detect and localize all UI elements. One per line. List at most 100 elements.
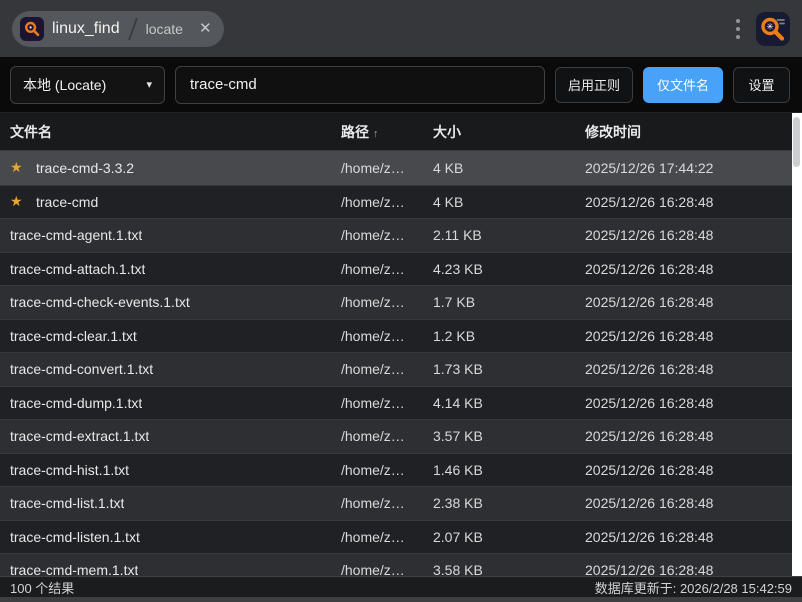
column-header-size[interactable]: 大小 [433,122,585,142]
row-filename: trace-cmd-list.1.txt [10,495,124,511]
row-size: 2.11 KB [433,227,585,243]
row-path: /home/z… [341,529,433,545]
row-mtime: 2025/12/26 16:28:48 [585,495,802,511]
row-size: 3.57 KB [433,428,585,444]
search-input[interactable] [175,66,545,104]
row-path: /home/z… [341,294,433,310]
table-row[interactable]: trace-cmd-hist.1.txt /home/z… 1.46 KB 20… [0,453,802,487]
results-table-body: ★ trace-cmd-3.3.2 /home/z… 4 KB 2025/12/… [0,151,802,576]
row-path: /home/z… [341,261,433,277]
tab-slash-divider [128,17,138,40]
table-row[interactable]: ★ trace-cmd-3.3.2 /home/z… 4 KB 2025/12/… [0,151,802,185]
row-filename: trace-cmd-extract.1.txt [10,428,149,444]
app-logo-icon[interactable]: ✳ [756,12,790,46]
table-row[interactable]: trace-cmd-agent.1.txt /home/z… 2.11 KB 2… [0,218,802,252]
table-row[interactable]: trace-cmd-check-events.1.txt /home/z… 1.… [0,285,802,319]
kebab-menu-icon[interactable] [730,13,746,45]
settings-button[interactable]: 设置 [733,67,790,103]
horizontal-scrollbar-track[interactable] [0,597,802,602]
row-size: 4.14 KB [433,395,585,411]
column-header-filename[interactable]: 文件名 [0,122,341,142]
row-filename: trace-cmd-3.3.2 [36,160,134,176]
table-row[interactable]: trace-cmd-dump.1.txt /home/z… 4.14 KB 20… [0,386,802,420]
row-filename: trace-cmd-attach.1.txt [10,261,145,277]
row-mtime: 2025/12/26 16:28:48 [585,261,802,277]
column-header-mtime[interactable]: 修改时间 [585,122,802,142]
row-filename: trace-cmd [36,194,98,210]
scrollbar-thumb[interactable] [793,117,800,167]
table-row[interactable]: trace-cmd-extract.1.txt /home/z… 3.57 KB… [0,419,802,453]
row-filename: trace-cmd-convert.1.txt [10,361,153,377]
svg-text:✳: ✳ [766,21,774,31]
search-mode-value: 本地 (Locate) [23,75,106,95]
row-mtime: 2025/12/26 16:28:48 [585,562,802,576]
row-path: /home/z… [341,160,433,176]
row-path: /home/z… [341,328,433,344]
results-area: 文件名 路径↑ 大小 修改时间 ★ trace-cmd-3.3.2 /home/… [0,113,802,576]
row-path: /home/z… [341,361,433,377]
row-mtime: 2025/12/26 16:28:48 [585,529,802,545]
table-row[interactable]: trace-cmd-listen.1.txt /home/z… 2.07 KB … [0,520,802,554]
row-size: 1.2 KB [433,328,585,344]
vertical-scrollbar[interactable] [792,113,802,576]
magnifier-app-icon [20,17,44,41]
row-size: 1.73 KB [433,361,585,377]
table-row[interactable]: trace-cmd-attach.1.txt /home/z… 4.23 KB … [0,252,802,286]
app-tab[interactable]: linux_find locate ✕ [12,11,224,47]
row-mtime: 2025/12/26 16:28:48 [585,328,802,344]
close-tab-icon[interactable]: ✕ [199,21,212,36]
row-size: 2.38 KB [433,495,585,511]
row-path: /home/z… [341,395,433,411]
search-mode-select[interactable]: 本地 (Locate) ▾ [10,66,165,104]
row-mtime: 2025/12/26 16:28:48 [585,294,802,310]
row-path: /home/z… [341,194,433,210]
row-mtime: 2025/12/26 16:28:48 [585,227,802,243]
row-path: /home/z… [341,495,433,511]
row-size: 2.07 KB [433,529,585,545]
app-tab-label: linux_find [52,20,120,38]
row-mtime: 2025/12/26 16:28:48 [585,395,802,411]
status-bar: 100 个结果 数据库更新于: 2026/2/28 15:42:59 [0,576,802,597]
row-size: 3.58 KB [433,562,585,576]
row-filename: trace-cmd-hist.1.txt [10,462,129,478]
table-row[interactable]: trace-cmd-list.1.txt /home/z… 2.38 KB 20… [0,486,802,520]
row-mtime: 2025/12/26 16:28:48 [585,428,802,444]
row-mtime: 2025/12/26 16:28:48 [585,361,802,377]
row-path: /home/z… [341,227,433,243]
row-size: 4 KB [433,194,585,210]
row-path: /home/z… [341,562,433,576]
results-count: 100 个结果 [10,578,74,597]
db-updated-text: 数据库更新于: 2026/2/28 15:42:59 [595,578,792,597]
row-filename: trace-cmd-clear.1.txt [10,328,137,344]
title-bar: linux_find locate ✕ ✳ [0,0,802,57]
row-mtime: 2025/12/26 17:44:22 [585,160,802,176]
filename-only-button[interactable]: 仅文件名 [643,67,723,103]
star-favorite-icon[interactable]: ★ [10,193,28,210]
row-filename: trace-cmd-mem.1.txt [10,562,138,576]
row-size: 1.7 KB [433,294,585,310]
row-size: 1.46 KB [433,462,585,478]
star-favorite-icon[interactable]: ★ [10,159,28,176]
chevron-down-icon: ▾ [146,78,152,91]
app-window: linux_find locate ✕ ✳ 本地 (Locate) ▾ 启用正则… [0,0,802,602]
row-mtime: 2025/12/26 16:28:48 [585,462,802,478]
subtab-label[interactable]: locate [146,21,183,37]
enable-regex-button[interactable]: 启用正则 [555,67,633,103]
table-row[interactable]: trace-cmd-mem.1.txt /home/z… 3.58 KB 202… [0,553,802,576]
row-filename: trace-cmd-agent.1.txt [10,227,142,243]
row-filename: trace-cmd-listen.1.txt [10,529,140,545]
search-toolbar: 本地 (Locate) ▾ 启用正则 仅文件名 设置 [0,57,802,113]
table-header: 文件名 路径↑ 大小 修改时间 [0,113,802,151]
row-size: 4 KB [433,160,585,176]
column-header-path[interactable]: 路径↑ [341,122,433,142]
row-filename: trace-cmd-check-events.1.txt [10,294,190,310]
row-filename: trace-cmd-dump.1.txt [10,395,142,411]
row-path: /home/z… [341,428,433,444]
table-row[interactable]: trace-cmd-convert.1.txt /home/z… 1.73 KB… [0,352,802,386]
row-mtime: 2025/12/26 16:28:48 [585,194,802,210]
table-row[interactable]: ★ trace-cmd /home/z… 4 KB 2025/12/26 16:… [0,185,802,219]
row-path: /home/z… [341,462,433,478]
row-size: 4.23 KB [433,261,585,277]
table-row[interactable]: trace-cmd-clear.1.txt /home/z… 1.2 KB 20… [0,319,802,353]
sort-asc-icon: ↑ [373,128,379,140]
